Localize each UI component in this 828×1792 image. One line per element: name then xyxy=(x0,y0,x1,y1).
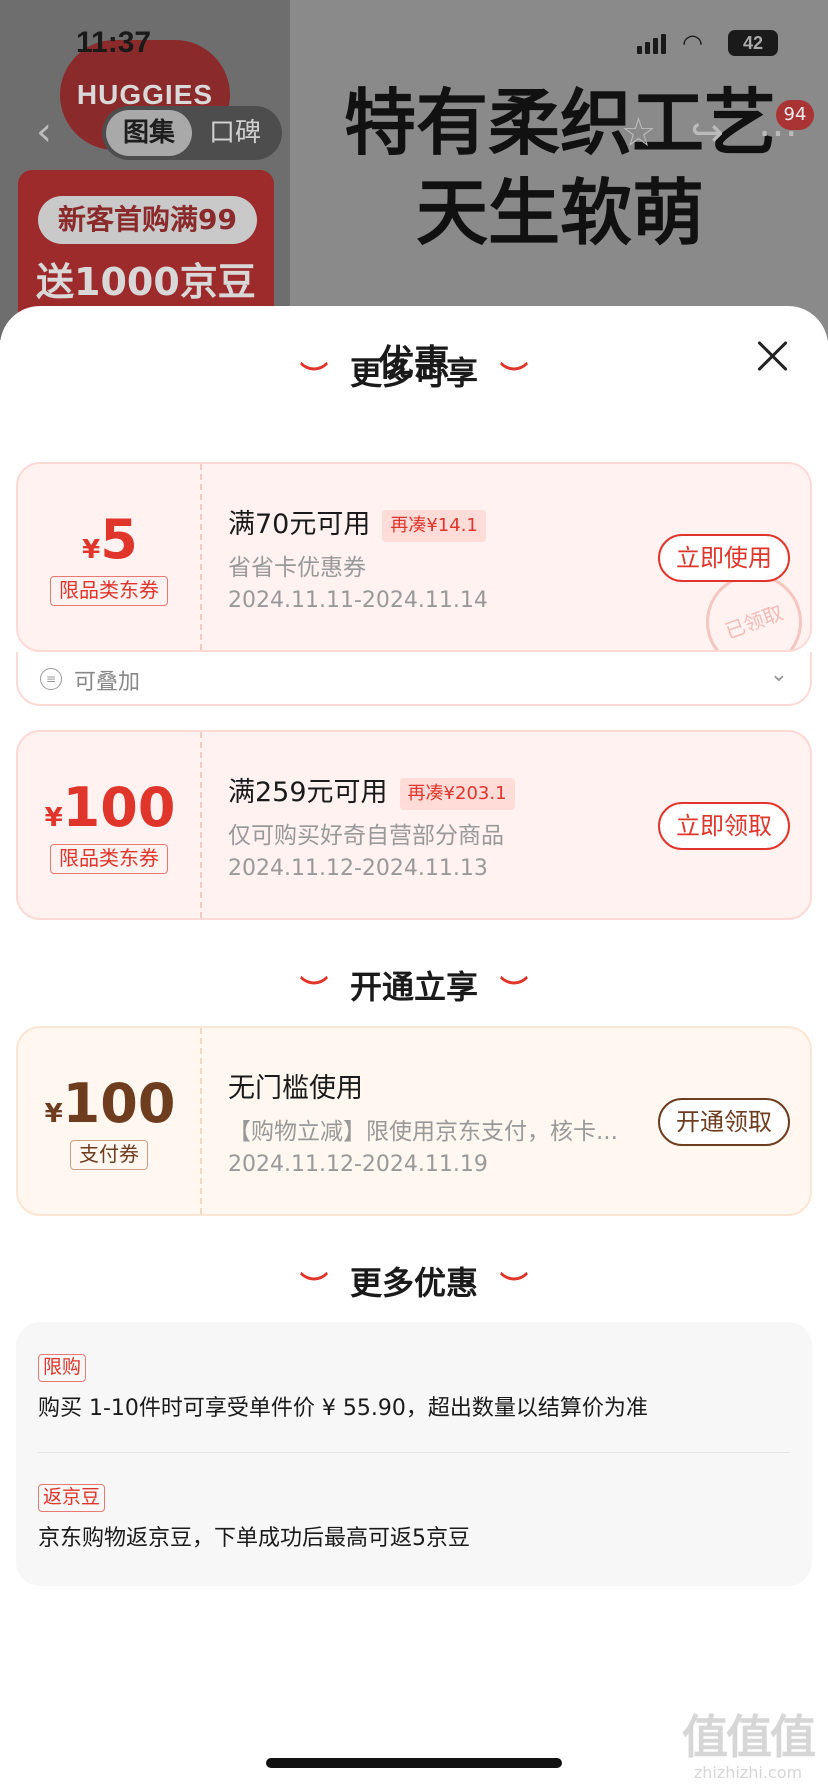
favorite-icon[interactable]: ☆ xyxy=(621,110,657,156)
hero-text: 特有柔织工艺 天生软萌 xyxy=(310,78,810,258)
coupon-amount-area: ¥100 限品类东券 xyxy=(18,732,202,918)
coupon-amount: ¥5 xyxy=(18,508,202,571)
section-title: 更多可享 xyxy=(349,354,478,392)
offer-tag: 限购 xyxy=(38,1354,87,1382)
coupon-amount-area: ¥100 支付券 xyxy=(18,1028,202,1214)
more-offers-box: 限购 购买 1-10件时可享受单件价 ¥ 55.90，超出数量以结算价为准 返京… xyxy=(16,1322,812,1586)
top-up-chip: 再凑¥203.1 xyxy=(399,777,515,810)
offer-item: 限购 购买 1-10件时可享受单件价 ¥ 55.90，超出数量以结算价为准 xyxy=(38,1354,790,1422)
section-header-more-enjoy: ︶ 更多可享 ︶ xyxy=(0,348,828,395)
stackable-row[interactable]: ≡ 可叠加 ⌄ xyxy=(16,652,812,706)
coupon-title: 满259元可用 再凑¥203.1 xyxy=(228,770,515,810)
coupon-title: 无门槛使用 xyxy=(228,1073,363,1104)
section-deco-icon: ︶ xyxy=(299,360,328,393)
coupon-card: ¥100 限品类东券 满259元可用 再凑¥203.1 仅可购买好奇自营部分商品 … xyxy=(16,730,812,920)
coupon-threshold: 满259元可用 xyxy=(228,777,388,808)
watermark-logo: 值值值 xyxy=(682,1710,816,1764)
amount-value: 100 xyxy=(62,776,176,839)
divider xyxy=(38,1452,790,1453)
currency-symbol: ¥ xyxy=(82,535,101,565)
message-badge: 94 xyxy=(776,100,814,130)
coupon-amount-area: ¥5 限品类东券 xyxy=(18,464,202,650)
status-bar: 11:37 ◠ 42 xyxy=(0,0,828,90)
coupon-amount: ¥100 xyxy=(18,776,202,839)
watermark-url: zhizhizhi.com xyxy=(693,1763,803,1782)
coupon-type-tag: 限品类东券 xyxy=(50,576,168,606)
section-deco-icon: ︶ xyxy=(299,1270,328,1303)
stackable-label: 可叠加 xyxy=(74,670,141,695)
amount-value: 5 xyxy=(100,508,138,571)
top-icons: ☆ ↪ ⋯ xyxy=(621,110,798,156)
promo-line1: 新客首购满99 xyxy=(38,196,257,244)
offer-text: 京东购物返京豆，下单成功后最高可返5京豆 xyxy=(38,1526,470,1551)
gallery-tabs: 图集 口碑 xyxy=(102,106,282,160)
home-indicator[interactable] xyxy=(266,1758,562,1768)
currency-symbol: ¥ xyxy=(44,803,63,833)
section-deco-icon: ︶ xyxy=(500,1270,529,1303)
coupon-subtitle: 省省卡优惠券 xyxy=(228,555,366,581)
tab-reviews[interactable]: 口碑 xyxy=(192,110,278,156)
section-deco-icon: ︶ xyxy=(299,974,328,1007)
chevron-down-icon[interactable]: ⌄ xyxy=(770,662,788,687)
activate-claim-button[interactable]: 开通领取 xyxy=(658,1098,790,1146)
share-icon[interactable]: ↪ xyxy=(690,110,724,156)
tab-gallery[interactable]: 图集 xyxy=(106,110,192,156)
watermark: 值值值 zhizhizhi.com xyxy=(682,1701,816,1782)
coupon-type-tag: 限品类东券 xyxy=(50,844,168,874)
section-header-more-offers: ︶ 更多优惠 ︶ xyxy=(0,1258,828,1305)
section-deco-icon: ︶ xyxy=(500,360,529,393)
section-deco-icon: ︶ xyxy=(500,974,529,1007)
coupon-date: 2024.11.12-2024.11.13 xyxy=(228,856,488,881)
stackable-icon: ≡ xyxy=(40,668,62,690)
hero-line-2: 天生软萌 xyxy=(415,171,704,255)
coupon-amount: ¥100 xyxy=(18,1072,202,1135)
offer-item: 返京豆 京东购物返京豆，下单成功后最高可返5京豆 xyxy=(38,1484,790,1552)
amount-value: 100 xyxy=(62,1072,176,1135)
coupon-subtitle: 仅可购买好奇自营部分商品 xyxy=(228,823,504,849)
top-up-chip: 再凑¥14.1 xyxy=(382,509,486,542)
wifi-icon: ◠ xyxy=(682,29,703,57)
status-icons: ◠ 42 xyxy=(637,30,778,56)
coupon-threshold: 满70元可用 xyxy=(228,509,371,540)
background-page: HUGGIES 新客首购满99 送1000京豆 ‹ 图集 口碑 特有柔织工艺 天… xyxy=(0,0,828,340)
claim-now-button[interactable]: 立即领取 xyxy=(658,802,790,850)
coupon-card: ¥5 限品类东券 满70元可用 再凑¥14.1 省省卡优惠券 2024.11.11… xyxy=(16,462,812,652)
currency-symbol: ¥ xyxy=(44,1099,63,1129)
section-title: 开通立享 xyxy=(349,968,478,1006)
offer-text: 购买 1-10件时可享受单件价 ¥ 55.90，超出数量以结算价为准 xyxy=(38,1396,648,1421)
coupon-date: 2024.11.11-2024.11.14 xyxy=(228,588,488,613)
promo-line2: 送1000京豆 xyxy=(36,260,256,304)
signal-icon xyxy=(637,32,666,54)
coupon-type-tag: 支付券 xyxy=(70,1140,148,1170)
status-time: 11:37 xyxy=(76,26,152,59)
coupon-title: 满70元可用 再凑¥14.1 xyxy=(228,502,486,542)
coupon-subtitle: 【购物立减】限使用京东支付，核卡... xyxy=(228,1119,618,1145)
back-icon[interactable]: ‹ xyxy=(36,112,66,152)
coupon-card: ¥100 支付券 无门槛使用 【购物立减】限使用京东支付，核卡... 2024.… xyxy=(16,1026,812,1216)
offer-tag: 返京豆 xyxy=(38,1484,106,1512)
use-now-button[interactable]: 立即使用 xyxy=(658,534,790,582)
section-title: 更多优惠 xyxy=(349,1264,478,1302)
coupon-date: 2024.11.12-2024.11.19 xyxy=(228,1152,488,1177)
section-header-open-enjoy: ︶ 开通立享 ︶ xyxy=(0,962,828,1009)
battery-icon: 42 xyxy=(728,30,778,56)
